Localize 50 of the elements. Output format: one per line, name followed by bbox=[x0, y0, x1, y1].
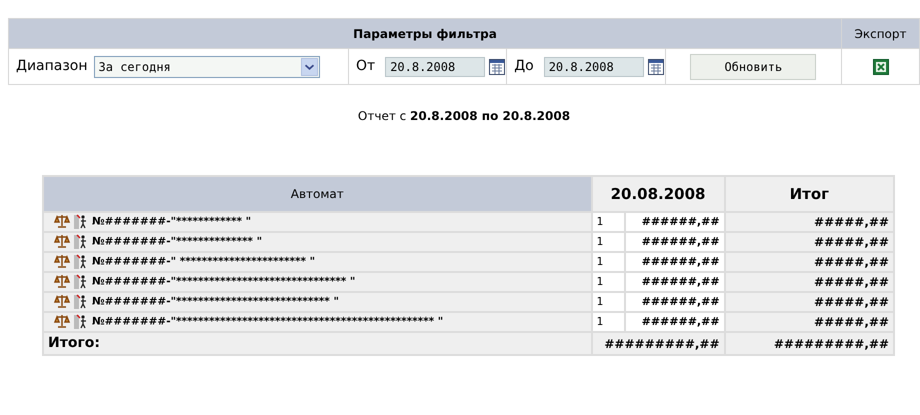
machine-name: №#######-"**************************** " bbox=[92, 295, 339, 308]
person-door-icon[interactable] bbox=[74, 274, 88, 289]
person-door-icon[interactable] bbox=[74, 254, 88, 269]
total-cell: #####,## bbox=[724, 252, 894, 272]
caret-icon[interactable] bbox=[300, 58, 318, 76]
total-cell: #####,## bbox=[724, 312, 894, 332]
amount-cell: ######,## bbox=[624, 252, 725, 272]
person-door-icon[interactable] bbox=[74, 294, 88, 309]
amount-cell: ######,## bbox=[624, 272, 725, 292]
range-label: Диапазон bbox=[15, 57, 89, 76]
scales-icon[interactable] bbox=[54, 214, 70, 229]
amount-cell: ######,## bbox=[624, 212, 725, 232]
scales-icon[interactable] bbox=[54, 274, 70, 289]
scales-icon[interactable] bbox=[54, 314, 70, 329]
person-door-icon[interactable] bbox=[74, 214, 88, 229]
machine-name: №#######-"*********************************************** " bbox=[92, 315, 444, 328]
total-cell: #####,## bbox=[724, 232, 894, 252]
date-label: До bbox=[513, 57, 535, 76]
column-header: Автомат bbox=[43, 176, 592, 212]
range-dropdown[interactable]: За сегодня bbox=[94, 56, 320, 78]
grand-total-cell: #########,## bbox=[724, 332, 894, 355]
amount-cell: ######,## bbox=[624, 232, 725, 252]
to-date-field[interactable]: 20.8.2008 bbox=[544, 56, 644, 76]
spreadsheet-icon[interactable] bbox=[872, 59, 888, 76]
column-header: 20.08.2008 bbox=[592, 176, 725, 212]
person-door-icon[interactable] bbox=[74, 314, 88, 329]
machine-name: №#######-" *********************** " bbox=[92, 255, 316, 268]
totals-label: Итого: bbox=[43, 332, 592, 355]
refresh-button[interactable]: Обновить bbox=[690, 54, 816, 80]
export-title: Экспорт bbox=[842, 18, 920, 48]
scales-icon[interactable] bbox=[54, 234, 70, 249]
calendar-icon[interactable] bbox=[648, 58, 664, 74]
column-header: Итог bbox=[724, 176, 894, 212]
machine-name: №#######-"******************************* " bbox=[92, 275, 356, 288]
scales-icon[interactable] bbox=[54, 254, 70, 269]
total-cell: #####,## bbox=[724, 292, 894, 312]
date-label: От bbox=[355, 57, 376, 76]
total-cell: #####,## bbox=[724, 272, 894, 292]
amount-cell: ######,## bbox=[624, 292, 725, 312]
calendar-icon[interactable] bbox=[489, 58, 506, 74]
person-door-icon[interactable] bbox=[74, 234, 88, 249]
day-total-cell: #########,## bbox=[592, 332, 725, 355]
amount-cell: ######,## bbox=[624, 312, 725, 332]
machine-name: №#######-"************** " bbox=[92, 235, 262, 248]
scales-icon[interactable] bbox=[54, 294, 70, 309]
from-date-field[interactable]: 20.8.2008 bbox=[385, 56, 486, 76]
machine-name: №#######-"************ " bbox=[92, 215, 252, 228]
filter-title: Параметры фильтра bbox=[8, 18, 842, 48]
report-caption: Отчет с 20.8.2008 по 20.8.2008 bbox=[356, 108, 572, 125]
total-cell: #####,## bbox=[724, 212, 894, 232]
